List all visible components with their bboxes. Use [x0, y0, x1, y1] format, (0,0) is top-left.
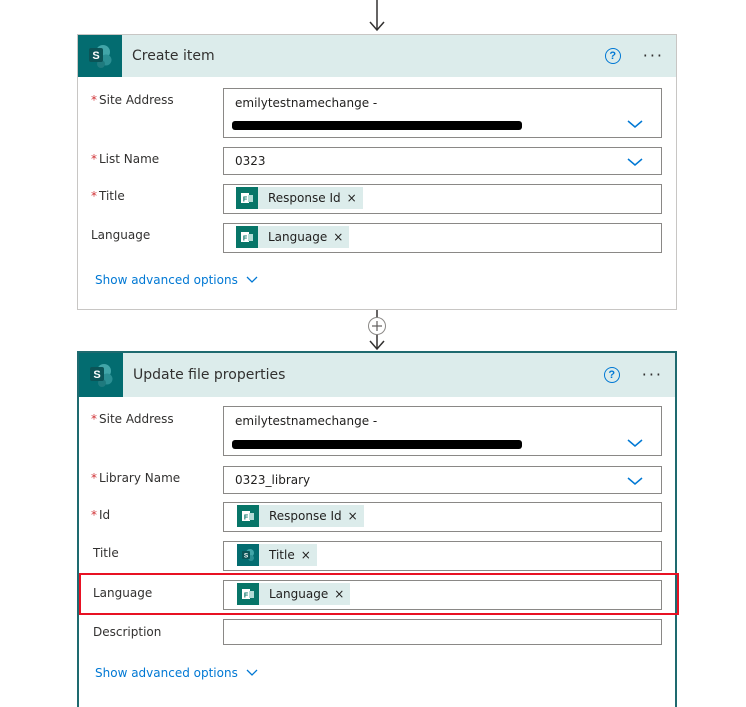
- svg-text:S: S: [92, 50, 99, 62]
- list-name-value: 0323: [235, 154, 266, 168]
- remove-token-icon[interactable]: ×: [347, 191, 357, 205]
- title-label: * Title: [91, 189, 125, 203]
- title-token[interactable]: S Title ×: [237, 544, 317, 566]
- library-name-label: * Library Name: [91, 471, 181, 485]
- list-name-dropdown[interactable]: 0323: [223, 147, 662, 175]
- chevron-down-icon: [246, 669, 258, 676]
- id-label: * Id: [91, 508, 111, 522]
- chevron-down-icon[interactable]: [627, 119, 643, 129]
- show-advanced-options-link[interactable]: Show advanced options: [95, 666, 258, 680]
- language-row-highlight: [79, 573, 679, 615]
- library-name-value: 0323_library: [235, 473, 311, 487]
- description-label: Description: [93, 625, 162, 639]
- chevron-down-icon: [246, 276, 258, 283]
- language-label: Language: [91, 228, 151, 242]
- redacted-text: [232, 440, 522, 449]
- forms-token-icon: F: [236, 187, 258, 209]
- site-address-value: emilytestnamechange -: [235, 96, 378, 110]
- response-id-token[interactable]: F Response Id ×: [236, 187, 363, 209]
- site-address-label: * Site Address: [91, 412, 174, 426]
- update-file-properties-header[interactable]: S Update file properties ? ···: [79, 353, 675, 397]
- more-options-icon[interactable]: ···: [643, 48, 664, 64]
- chevron-down-icon[interactable]: [627, 157, 643, 167]
- site-address-label: * Site Address: [91, 93, 174, 107]
- list-name-label: * List Name: [91, 152, 160, 166]
- connector-arrow-top: [369, 0, 385, 32]
- svg-text:F: F: [243, 236, 248, 243]
- svg-text:S: S: [93, 369, 100, 381]
- forms-token-icon: F: [237, 505, 259, 527]
- chevron-down-icon[interactable]: [627, 438, 643, 448]
- remove-token-icon[interactable]: ×: [348, 509, 358, 523]
- add-step-icon[interactable]: [368, 317, 386, 335]
- site-address-dropdown[interactable]: emilytestnamechange -: [223, 88, 662, 138]
- sharepoint-token-icon: S: [237, 544, 259, 566]
- title-label: Title: [93, 546, 119, 560]
- title-input[interactable]: F Response Id ×: [223, 184, 662, 214]
- response-id-token[interactable]: F Response Id ×: [237, 505, 364, 527]
- update-file-properties-card: S Update file properties ? ··· * Site Add…: [77, 351, 677, 707]
- description-input[interactable]: [223, 619, 662, 645]
- help-icon[interactable]: ?: [603, 367, 620, 383]
- site-address-dropdown[interactable]: emilytestnamechange -: [223, 406, 662, 456]
- help-icon[interactable]: ?: [604, 48, 621, 64]
- library-name-dropdown[interactable]: 0323_library: [223, 466, 662, 494]
- remove-token-icon[interactable]: ×: [333, 230, 343, 244]
- sharepoint-logo-icon: S: [79, 353, 123, 397]
- svg-text:F: F: [243, 197, 248, 204]
- show-advanced-options-link[interactable]: Show advanced options: [95, 273, 258, 287]
- more-options-icon[interactable]: ···: [642, 367, 663, 383]
- create-item-header[interactable]: S Create item ? ···: [78, 35, 676, 77]
- id-input[interactable]: F Response Id ×: [223, 502, 662, 532]
- forms-token-icon: F: [236, 226, 258, 248]
- card-title: Update file properties: [133, 367, 286, 383]
- language-token[interactable]: F Language ×: [236, 226, 350, 248]
- site-address-value: emilytestnamechange -: [235, 414, 378, 428]
- language-input[interactable]: F Language ×: [223, 223, 662, 253]
- card-title: Create item: [132, 48, 215, 64]
- redacted-text: [232, 121, 522, 130]
- sharepoint-logo-icon: S: [78, 35, 122, 77]
- title-input[interactable]: S Title ×: [223, 541, 662, 571]
- svg-text:F: F: [244, 515, 249, 522]
- svg-text:S: S: [244, 553, 249, 560]
- remove-token-icon[interactable]: ×: [301, 548, 311, 562]
- create-item-card: S Create item ? ··· * Site Address emilyt…: [77, 34, 677, 310]
- chevron-down-icon[interactable]: [627, 476, 643, 486]
